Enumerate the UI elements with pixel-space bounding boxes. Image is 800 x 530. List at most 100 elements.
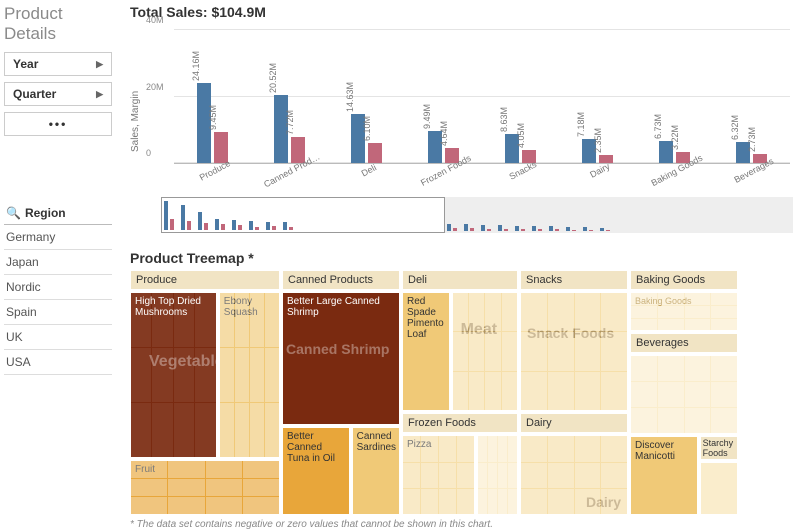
overview-bar [453,228,457,231]
treemap-header[interactable]: Produce [130,270,280,290]
bar-group[interactable]: 14.63M 6.10M [328,30,405,163]
overview-bar [538,229,542,231]
y-tick: 20M [146,82,164,92]
overview-bar [583,227,587,231]
bar-group[interactable]: 24.16M 9.45M [174,30,251,163]
overview-bar [238,225,242,230]
treemap-header[interactable]: Deli [402,270,518,290]
bar-group[interactable]: 9.49M4.64M [405,30,482,163]
treemap-header[interactable]: Canned Products [282,270,400,290]
treemap-cell[interactable] [477,435,518,515]
region-item[interactable]: UK [4,325,112,350]
chevron-right-icon: ▶ [96,89,103,100]
bar-value-label: 24.16M [191,51,201,81]
more-icon: ••• [49,117,68,131]
chart-overview-scroller[interactable] [160,196,794,234]
quarter-filter[interactable]: Quarter ▶ [4,82,112,106]
treemap-cell[interactable]: Red Spade Pimento Loaf [402,292,450,411]
overview-bar [572,230,576,231]
overview-bar [515,226,519,232]
overview-bar [521,229,525,231]
treemap-header[interactable]: Frozen Foods [402,413,518,433]
bar-value-label: 20.52M [268,63,278,93]
treemap-cell[interactable] [700,462,738,515]
overview-bar [532,226,536,231]
overview-bar [498,225,502,231]
treemap-cell[interactable]: Baking Goods [630,292,738,331]
treemap-cell[interactable]: Snack Foods [520,292,628,411]
treemap-group-label: Canned Shrimp [286,341,389,357]
treemap-header[interactable]: Dairy [520,413,628,433]
bar-group[interactable]: 7.18M 2.35M [559,30,636,163]
overview-bar [187,221,191,230]
overview-bar [249,221,253,230]
bar-value-label: 3.22M [670,125,680,150]
product-treemap[interactable]: Produce High Top Dried Mushrooms Vegetab… [130,270,794,515]
bar-value-label: 7.18M [576,112,586,137]
bar-group[interactable]: 20.52M7.72M [251,30,328,163]
overview-bar [589,230,593,231]
overview-bar [289,227,293,230]
overview-bar [481,225,485,231]
overview-bar [447,224,451,231]
region-header[interactable]: 🔍 Region [4,202,112,225]
overview-bar [487,229,491,231]
treemap-header[interactable]: Beverages [630,333,738,353]
region-item[interactable]: Nordic [4,275,112,300]
region-label: Region [25,206,66,220]
page-title: Product Details [4,4,112,44]
bar-value-label: 4.64M [439,121,449,146]
quarter-label: Quarter [13,87,56,101]
overview-bar [266,222,270,230]
region-item[interactable]: USA [4,350,112,375]
bar-value-label: 9.45M [208,105,218,130]
overview-bar [464,224,468,231]
overview-bar [566,227,570,231]
treemap-cell[interactable]: Better Large Canned Shrimp Canned Shrimp [282,292,400,425]
y-tick: 40M [146,15,164,25]
bar-group[interactable]: 6.32M 2.73M [713,30,790,163]
bar-value-label: 14.63M [345,82,355,112]
overview-bar [170,219,174,230]
bar-group[interactable]: 6.73M3.22M [636,30,713,163]
region-item[interactable]: Spain [4,300,112,325]
overview-bar [504,229,508,231]
treemap-cell[interactable]: Fruit [130,460,280,515]
region-item[interactable]: Germany [4,225,112,250]
treemap-header[interactable]: Snacks [520,270,628,290]
treemap-cell[interactable]: High Top Dried Mushrooms Vegetables [130,292,217,458]
overview-bar [549,226,553,231]
year-label: Year [13,57,38,71]
bar-value-label: 6.32M [730,115,740,140]
overview-bar [215,219,219,230]
bar-value-label: 2.73M [747,127,757,152]
overview-bar [283,222,287,230]
treemap-title: Product Treemap * [130,250,794,266]
chevron-right-icon: ▶ [96,59,103,70]
overview-bar [600,228,604,231]
more-filters-button[interactable]: ••• [4,112,112,136]
treemap-cell[interactable]: Meat [452,292,518,411]
y-tick: 0 [146,148,151,158]
bar-value-label: 2.35M [593,128,603,153]
bar-value-label: 6.10M [362,116,372,141]
treemap-cell[interactable]: Better Canned Tuna in Oil [282,427,350,515]
sales-margin-chart[interactable]: Sales, Margin 0 20M 40M 24.16M9.45M20.52… [130,22,794,192]
bar-group[interactable]: 8.63M4.05M [482,30,559,163]
treemap-cell[interactable]: Discover Manicotti [630,436,698,515]
overview-bar [555,229,559,231]
overview-bar [164,201,168,230]
treemap-cell[interactable]: Ebony Squash [219,292,280,458]
region-item[interactable]: Japan [4,250,112,275]
treemap-cell[interactable]: Canned Sardines [352,427,400,515]
treemap-cell[interactable] [630,355,738,434]
treemap-header[interactable]: Starchy Foods [700,436,738,460]
overview-bar [255,227,259,230]
treemap-cell[interactable]: Pizza [402,435,475,515]
overview-bar [198,212,202,230]
treemap-header[interactable]: Baking Goods [630,270,738,290]
overview-bar [181,205,185,230]
year-filter[interactable]: Year ▶ [4,52,112,76]
search-icon: 🔍 [6,206,21,220]
treemap-cell[interactable]: Dairy [520,435,628,515]
